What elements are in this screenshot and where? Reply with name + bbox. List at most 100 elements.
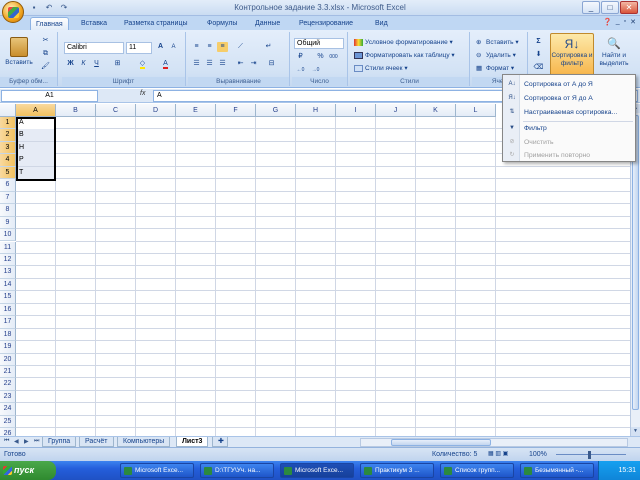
row-header[interactable]: 1 (0, 117, 16, 130)
align-middle-icon[interactable]: ≡ (204, 42, 215, 52)
grow-font-button[interactable]: A (155, 42, 166, 52)
align-top-icon[interactable]: ≡ (191, 42, 202, 52)
align-bottom-icon[interactable]: ≡ (217, 42, 228, 52)
row-header[interactable]: 8 (0, 204, 16, 217)
select-all-corner[interactable] (0, 104, 16, 117)
insert-cells-button[interactable]: ⊕ Вставить ▾ (474, 37, 520, 48)
row-header[interactable]: 25 (0, 415, 16, 429)
autosum-button[interactable]: Σ (533, 37, 544, 47)
fill-color-icon[interactable]: ◇ (137, 59, 148, 69)
find-select-button[interactable]: 🔍 Найти и выделить (596, 33, 632, 77)
shrink-font-button[interactable]: A (168, 42, 179, 52)
first-sheet-icon[interactable]: ⏮ (4, 438, 9, 445)
tab-page-layout[interactable]: Разметка страницы (119, 17, 193, 30)
row-header[interactable]: 19 (0, 341, 16, 354)
last-sheet-icon[interactable]: ⏭ (34, 438, 39, 445)
row-header[interactable]: 16 (0, 303, 16, 317)
decrease-decimal-icon[interactable]: →0 (310, 65, 321, 75)
column-header[interactable]: L (456, 104, 496, 117)
column-header[interactable]: C (96, 104, 136, 117)
taskbar-item[interactable]: Безымянный -... (520, 463, 594, 478)
view-buttons[interactable]: ▦ ▥ ▣ (488, 448, 508, 461)
orientation-icon[interactable]: ⟋ (235, 42, 246, 52)
tab-review[interactable]: Рецензирование (294, 17, 358, 30)
cut-icon[interactable]: ✂ (40, 36, 51, 46)
format-as-table-button[interactable]: Форматировать как таблицу ▾ (352, 50, 456, 61)
row-header[interactable]: 13 (0, 266, 16, 279)
row-header[interactable]: 5 (0, 166, 16, 180)
maximize-button[interactable]: □ (601, 1, 619, 14)
sheet-tab-sheet3[interactable]: Лист3 (176, 437, 209, 447)
percent-button[interactable]: % (315, 52, 326, 62)
row-header[interactable]: 11 (0, 241, 16, 254)
sheet-tab-calc[interactable]: Расчёт (79, 437, 114, 447)
taskbar-item[interactable]: Microsoft Exce... (280, 463, 354, 478)
row-header[interactable]: 23 (0, 390, 16, 404)
help-icon[interactable]: ❓ (603, 18, 612, 26)
wrap-text-icon[interactable]: ↵ (263, 42, 274, 52)
row-header[interactable]: 4 (0, 154, 16, 167)
close-button[interactable]: ✕ (620, 1, 638, 14)
menu-sort-asc[interactable]: А↓ Сортировка от А до Я (503, 78, 635, 91)
column-header[interactable]: G (256, 104, 296, 117)
horizontal-scrollbar[interactable] (360, 438, 628, 447)
zoom-slider-thumb[interactable] (588, 451, 591, 459)
row-header[interactable]: 20 (0, 353, 16, 366)
format-painter-icon[interactable]: 🖌 (40, 62, 51, 72)
row-header[interactable]: 14 (0, 278, 16, 292)
row-header[interactable]: 10 (0, 229, 16, 242)
row-header[interactable]: 18 (0, 328, 16, 342)
delete-cells-button[interactable]: ⊖ Удалить ▾ (474, 50, 517, 61)
column-header[interactable]: B (56, 104, 96, 117)
doc-minimize-button[interactable]: _ (616, 18, 620, 26)
minimize-button[interactable]: _ (582, 1, 600, 14)
menu-sort-desc[interactable]: Я↓ Сортировка от Я до А (503, 92, 635, 105)
copy-icon[interactable]: ⧉ (40, 49, 51, 59)
row-header[interactable]: 12 (0, 253, 16, 267)
row-header[interactable]: 7 (0, 191, 16, 205)
font-size-select[interactable]: 11 (126, 42, 152, 54)
thousands-button[interactable]: 000 (328, 52, 339, 62)
row-header[interactable]: 17 (0, 316, 16, 329)
column-header[interactable]: F (216, 104, 256, 117)
row-header[interactable]: 9 (0, 216, 16, 230)
column-header[interactable]: A (16, 104, 56, 117)
sheet-tab-computers[interactable]: Компьютеры (117, 437, 171, 447)
column-header[interactable]: J (376, 104, 416, 117)
row-header[interactable]: 22 (0, 378, 16, 391)
row-header[interactable]: 2 (0, 129, 16, 142)
next-sheet-icon[interactable]: ▶ (24, 438, 29, 445)
prev-sheet-icon[interactable]: ◀ (14, 438, 19, 445)
decrease-indent-icon[interactable]: ⇤ (235, 59, 246, 69)
row-header[interactable]: 24 (0, 403, 16, 416)
borders-icon[interactable]: ⊞ (112, 59, 123, 69)
tab-formulas[interactable]: Формулы (202, 17, 242, 30)
row-header[interactable]: 3 (0, 141, 16, 155)
font-name-select[interactable]: Calibri (64, 42, 124, 54)
cell-styles-button[interactable]: Стили ячеек ▾ (352, 63, 409, 74)
zoom-level[interactable]: 100% (529, 448, 547, 461)
name-box[interactable]: A1 (1, 90, 98, 102)
menu-filter[interactable]: ▼ Фильтр (503, 122, 635, 135)
align-left-icon[interactable]: ☰ (191, 59, 202, 69)
sheet-tab-group[interactable]: Группа (42, 437, 77, 447)
paste-button[interactable]: Вставить (3, 34, 35, 72)
tab-home[interactable]: Главная (30, 17, 69, 30)
column-header[interactable]: D (136, 104, 176, 117)
sort-filter-button[interactable]: Я↓ Сортировка и фильтр (550, 33, 594, 77)
merge-center-icon[interactable]: ⊟ (266, 59, 277, 69)
taskbar-item[interactable]: Microsoft Exce... (120, 463, 194, 478)
insert-function-button[interactable]: fx (140, 90, 145, 97)
align-center-icon[interactable]: ☰ (204, 59, 215, 69)
increase-decimal-icon[interactable]: ←0 (295, 65, 306, 75)
format-cells-button[interactable]: ▦ Формат ▾ (474, 63, 515, 74)
column-header[interactable]: I (336, 104, 376, 117)
number-format-select[interactable]: Общий (294, 38, 344, 49)
doc-close-button[interactable]: ✕ (630, 18, 636, 26)
zoom-slider[interactable] (556, 454, 626, 455)
bold-button[interactable]: Ж (65, 59, 76, 69)
tab-data[interactable]: Данные (250, 17, 285, 30)
scroll-down-icon[interactable]: ▼ (631, 427, 640, 436)
currency-icon[interactable]: ₽ (295, 52, 306, 62)
taskbar-item[interactable]: Список групп... (440, 463, 514, 478)
